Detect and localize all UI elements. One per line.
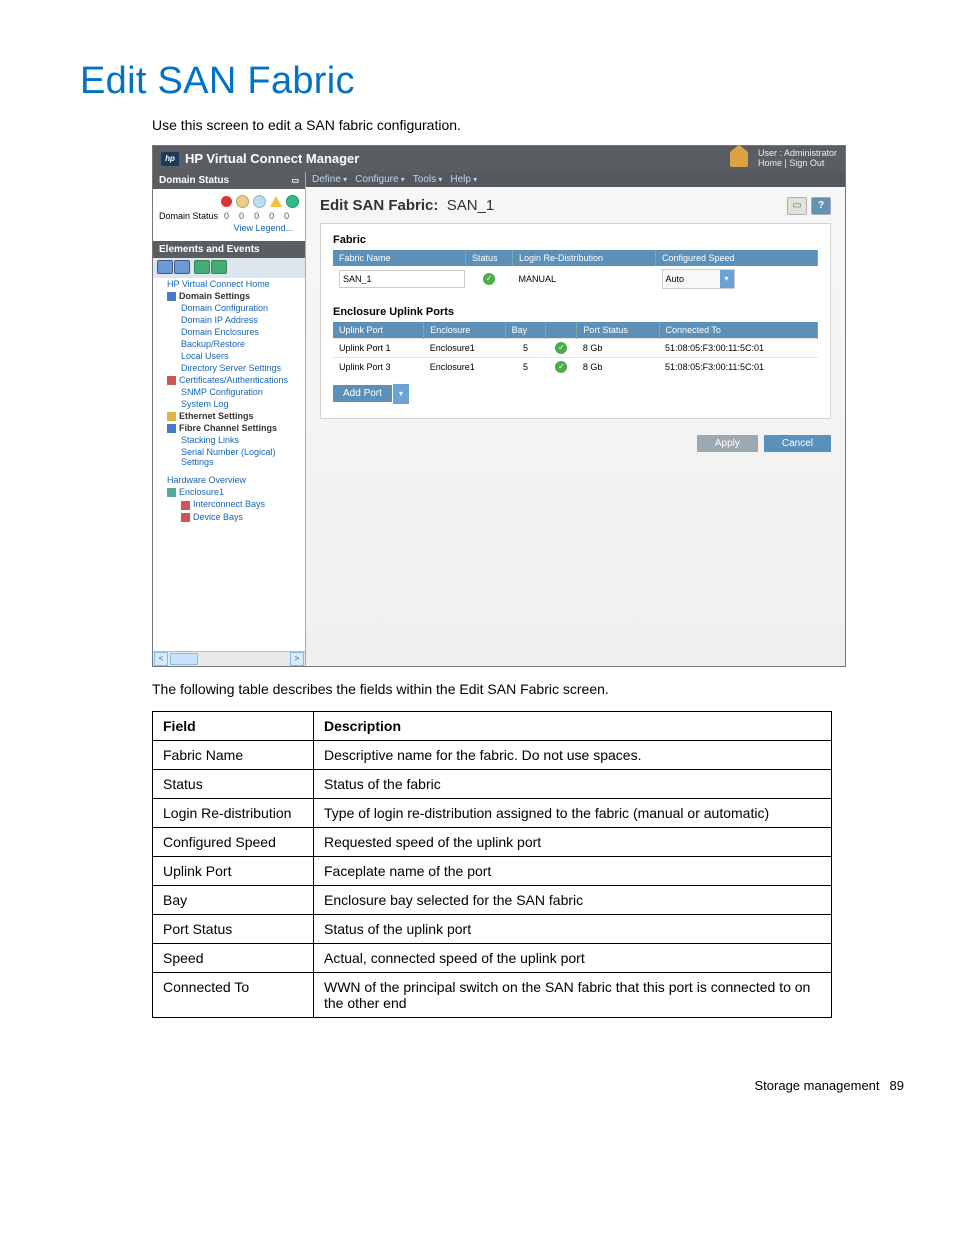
cancel-button[interactable]: Cancel: [764, 435, 831, 452]
chevron-down-icon[interactable]: ▾: [720, 270, 734, 288]
nav-ethernet[interactable]: Ethernet Settings: [153, 410, 305, 422]
header-links[interactable]: Home | Sign Out: [758, 158, 824, 168]
col-login-redist: Login Re-Distribution: [513, 250, 656, 266]
fabric-status-ok-icon: ✓: [483, 273, 495, 285]
uplink-section-label: Enclosure Uplink Ports: [333, 306, 818, 318]
nav-local-users[interactable]: Local Users: [153, 350, 305, 362]
fabric-name-input[interactable]: [339, 270, 465, 288]
sidebar: Domain Status ▭ Domain Status 0: [153, 172, 306, 666]
nav-snmp[interactable]: SNMP Configuration: [153, 386, 305, 398]
col-configured-speed: Configured Speed: [656, 250, 818, 266]
apply-button[interactable]: Apply: [697, 435, 758, 452]
domain-status-label: Domain Status: [159, 211, 218, 221]
help-icon[interactable]: ?: [811, 197, 831, 215]
nav-domain-config[interactable]: Domain Configuration: [153, 302, 305, 314]
domain-status-header: Domain Status ▭: [153, 172, 305, 189]
add-port-button[interactable]: Add Port: [333, 385, 392, 402]
nav-domain-settings[interactable]: Domain Settings: [153, 290, 305, 302]
scroll-right-icon[interactable]: >: [290, 652, 304, 666]
nav-stacking-links[interactable]: Stacking Links: [153, 434, 305, 446]
fabric-section-label: Fabric: [333, 234, 818, 246]
nav-fibre-channel[interactable]: Fibre Channel Settings: [153, 422, 305, 434]
nav-serial-number[interactable]: Serial Number (Logical) Settings: [153, 446, 305, 468]
fabric-panel: Fabric Fabric Name Status Login Re-Distr…: [320, 223, 831, 419]
user-label: User : Administrator: [758, 148, 837, 158]
uplink-table: Uplink Port Enclosure Bay Port Status Co…: [333, 322, 818, 376]
nav-domain-ip[interactable]: Domain IP Address: [153, 314, 305, 326]
fabric-table: Fabric Name Status Login Re-Distribution…: [333, 250, 818, 292]
menu-tools[interactable]: Tools: [413, 174, 443, 185]
col-fabric-name: Fabric Name: [333, 250, 466, 266]
add-port-dropdown-icon[interactable]: ▾: [393, 384, 409, 404]
nav-directory-server[interactable]: Directory Server Settings: [153, 362, 305, 374]
table-intro: The following table describes the fields…: [152, 681, 874, 697]
main-heading-name: SAN_1: [447, 197, 495, 214]
port-status-ok-icon: ✓: [555, 361, 567, 373]
collapse-icon[interactable]: ▭: [291, 176, 299, 185]
main-heading-prefix: Edit SAN Fabric:: [320, 197, 438, 214]
nav-backup-restore[interactable]: Backup/Restore: [153, 338, 305, 350]
app-titlebar: hp HP Virtual Connect Manager User : Adm…: [153, 146, 845, 172]
col-status: Status: [466, 250, 513, 266]
menubar: Define Configure Tools Help: [306, 172, 845, 187]
nav-system-log[interactable]: System Log: [153, 398, 305, 410]
nav-enclosure1[interactable]: Enclosure1: [153, 486, 305, 498]
menu-define[interactable]: Define: [312, 174, 347, 185]
scroll-left-icon[interactable]: <: [154, 652, 168, 666]
nav-certificates[interactable]: Certificates/Authentications: [153, 374, 305, 386]
status-info-icon: [253, 195, 266, 208]
nav-interconnect-bays[interactable]: Interconnect Bays: [153, 498, 305, 510]
uplink-row: Uplink Port 1 Enclosure1 5 ✓ 8 Gb 51:08:…: [333, 338, 818, 357]
page-title: Edit SAN Fabric: [80, 60, 874, 103]
menu-help[interactable]: Help: [450, 174, 477, 185]
page-footer: Storage management 89: [152, 1078, 904, 1093]
fields-description-table: Field Description Fabric NameDescriptive…: [152, 711, 832, 1018]
port-status-ok-icon: ✓: [555, 342, 567, 354]
intro-text: Use this screen to edit a SAN fabric con…: [80, 117, 874, 133]
nav-hardware-overview[interactable]: Hardware Overview: [153, 474, 305, 486]
status-degraded-icon: [236, 195, 249, 208]
fabric-login-value: MANUAL: [513, 266, 656, 292]
screenshot-panel: hp HP Virtual Connect Manager User : Adm…: [152, 145, 846, 667]
hp-logo-icon: hp: [161, 152, 179, 166]
status-warning-icon: [270, 196, 282, 207]
sidebar-scrollbar[interactable]: < >: [153, 651, 305, 666]
status-ok-icon: [286, 195, 299, 208]
view-legend-link[interactable]: View Legend...: [159, 221, 299, 235]
nav-home[interactable]: HP Virtual Connect Home: [153, 278, 305, 290]
elements-events-header: Elements and Events: [153, 241, 305, 258]
uplink-row: Uplink Port 3 Enclosure1 5 ✓ 8 Gb 51:08:…: [333, 357, 818, 376]
home-icon[interactable]: [730, 151, 748, 167]
status-error-icon: [221, 196, 232, 207]
app-title: HP Virtual Connect Manager: [185, 151, 359, 166]
print-icon[interactable]: ▭: [787, 197, 807, 215]
nav-device-bays[interactable]: Device Bays: [153, 511, 305, 523]
nav-domain-enclosures[interactable]: Domain Enclosures: [153, 326, 305, 338]
configured-speed-select[interactable]: Auto ▾: [662, 269, 735, 289]
menu-configure[interactable]: Configure: [355, 174, 405, 185]
